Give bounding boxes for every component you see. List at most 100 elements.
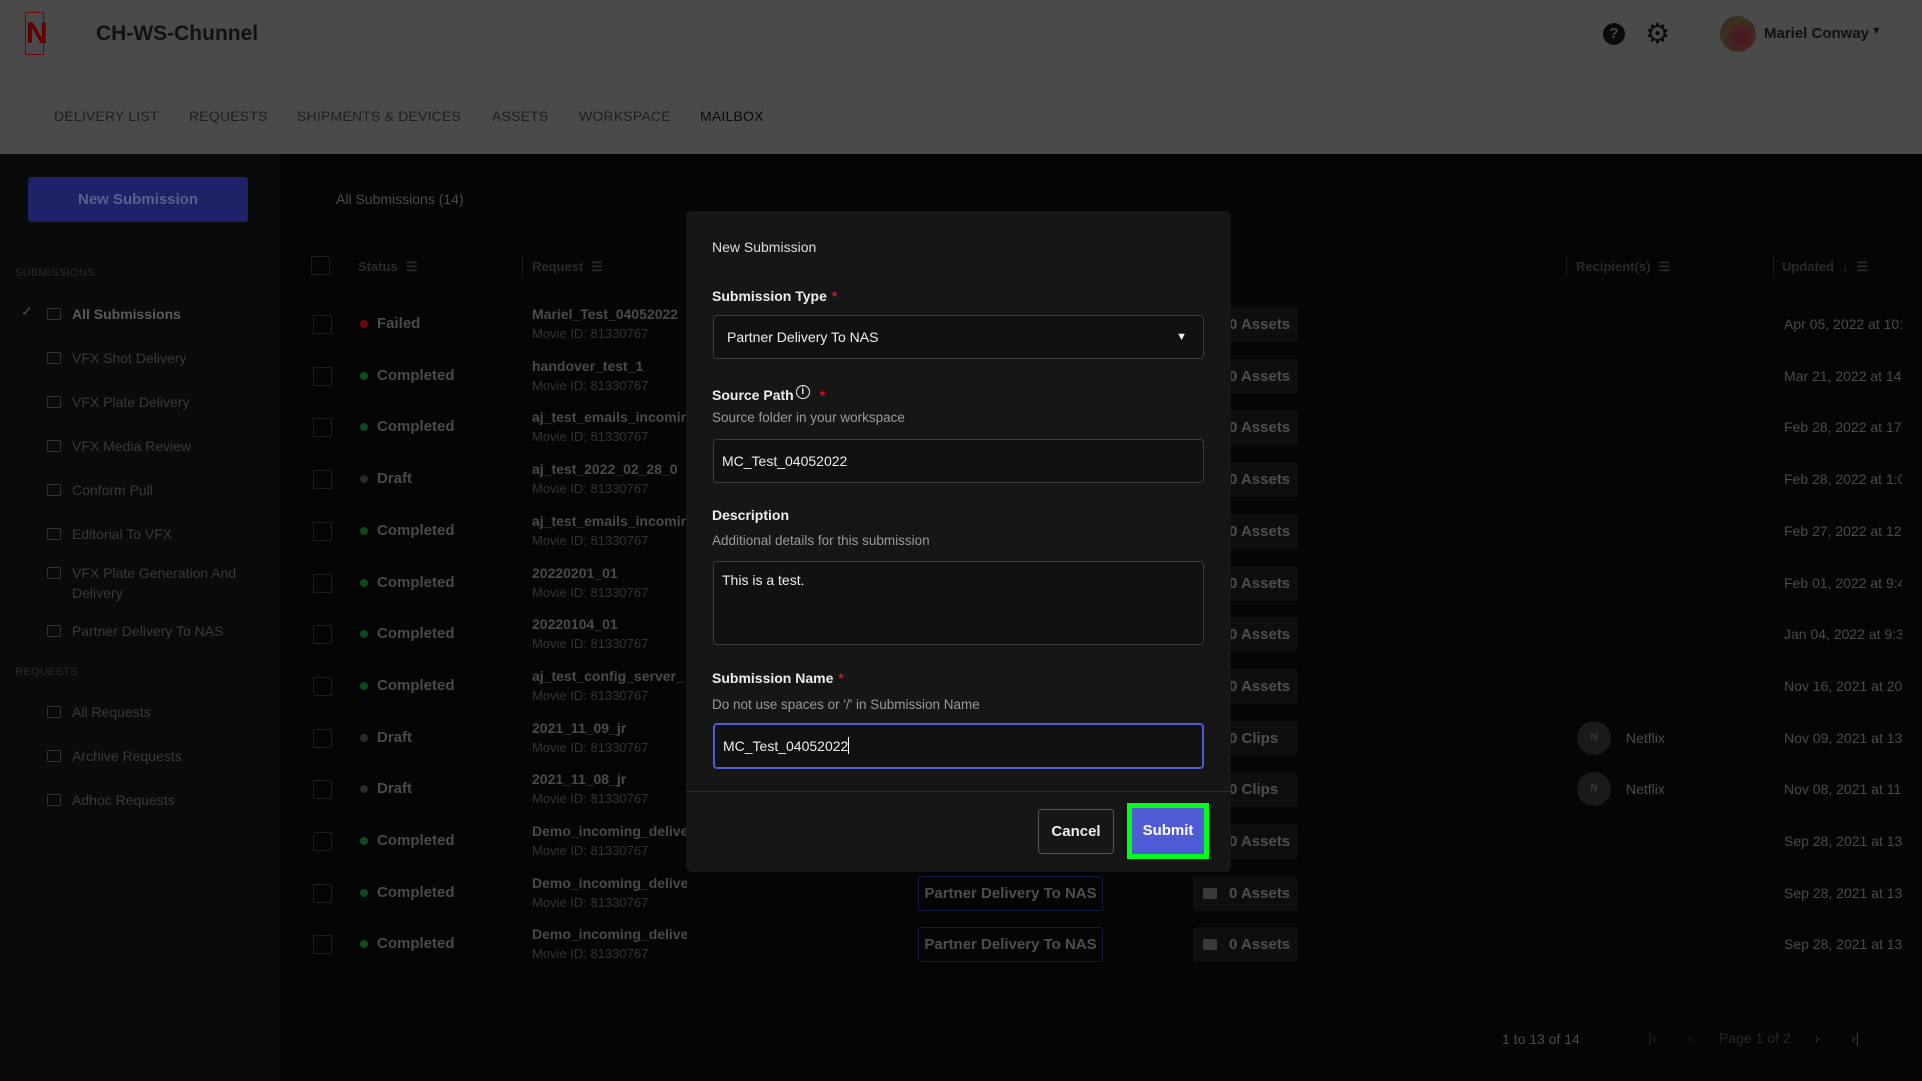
nav-requests[interactable]: REQUESTS [189,108,268,124]
recipient-name: Netflix [1626,729,1665,746]
movie-id: Movie ID: 81330767 [532,481,649,497]
column-menu-icon[interactable]: ☰ [1857,259,1869,274]
row-checkbox[interactable] [313,883,332,903]
sidebar-item-vfx-plate-delivery[interactable]: VFX Plate Delivery [72,392,189,412]
movie-id: Movie ID: 81330767 [532,946,649,962]
movie-id: Movie ID: 81330767 [532,636,649,652]
sidebar-item-partner-delivery-to-nas[interactable]: Partner Delivery To NAS [72,621,223,641]
row-checkbox[interactable] [313,935,332,955]
status-text: Draft [377,470,413,488]
status-dot-icon [360,681,368,690]
new-submission-button[interactable]: New Submission [28,177,248,222]
request-name[interactable]: Demo_incoming_delivery_nas1 [532,875,687,891]
movie-id: Movie ID: 81330767 [532,429,649,445]
submission-type-chip: Partner Delivery To NAS [918,875,1103,911]
updated-date: Mar 21, 2022 at 14 [1784,367,1902,384]
sidebar-item-vfx-plate-generation[interactable]: VFX Plate Generation And [72,563,236,583]
status-dot-icon [360,733,368,742]
row-checkbox[interactable] [313,418,332,438]
column-recipients[interactable]: Recipient(s) ☰ [1576,259,1670,275]
request-name[interactable]: Mariel_Test_04052022 [532,306,687,322]
request-name[interactable]: aj_test_emails_incomin [532,409,687,425]
nav-delivery-list[interactable]: DELIVERY LIST [54,108,159,124]
request-name[interactable]: Demo_incoming_delivery_nas [532,926,687,942]
submission-type-select[interactable]: Partner Delivery To NAS ▼ [713,315,1204,359]
label-text: Source Path [712,387,794,403]
column-divider[interactable] [1773,256,1774,276]
submission-name-input[interactable]: MC_Test_04052022 [713,723,1204,769]
sidebar-item-vfx-plate-generation-cont[interactable]: Delivery [72,583,123,603]
vfx-media-review-icon [47,440,61,452]
request-name[interactable]: 20220104_01 [532,616,687,632]
first-page-icon[interactable]: |‹ [1648,1030,1656,1046]
row-checkbox[interactable] [313,315,332,334]
netflix-logo[interactable]: N [25,12,48,55]
column-divider[interactable] [522,256,523,276]
recipient-avatar: N [1577,772,1611,807]
status-dot-icon [360,940,368,949]
user-avatar[interactable] [1720,16,1756,52]
row-checkbox[interactable] [313,728,332,748]
next-page-icon[interactable]: › [1815,1030,1820,1046]
row-checkbox[interactable] [313,521,332,541]
updated-date: Sep 28, 2021 at 13 [1784,884,1902,901]
updated-date: Feb 01, 2022 at 9:4 [1784,574,1902,591]
row-checkbox[interactable] [313,573,332,593]
select-all-checkbox[interactable] [311,256,330,275]
source-path-input[interactable]: MC_Test_04052022 [713,439,1204,483]
sort-down-icon[interactable]: ↓ [1842,259,1849,274]
status-text: Completed [377,418,455,436]
column-menu-icon[interactable]: ☰ [406,259,418,274]
request-name[interactable]: handover_test_1 [532,358,687,374]
column-menu-icon[interactable]: ☰ [1658,259,1670,274]
nav-shipments-devices[interactable]: SHIPMENTS & DEVICES [297,108,461,124]
sidebar-item-vfx-shot-delivery[interactable]: VFX Shot Delivery [72,348,186,368]
row-checkbox[interactable] [313,832,332,851]
description-textarea[interactable]: This is a test. [713,561,1204,645]
column-updated[interactable]: Updated ↓ ☰ [1782,259,1868,275]
user-name[interactable]: Mariel Conway [1764,25,1869,42]
nav-assets[interactable]: ASSETS [492,108,548,124]
sidebar-item-all-requests[interactable]: All Requests [72,702,151,722]
sidebar-item-editorial-to-vfx[interactable]: Editorial To VFX [72,524,172,544]
sidebar-item-archive-requests[interactable]: Archive Requests [72,746,182,766]
row-checkbox[interactable] [313,625,332,645]
gear-icon[interactable]: ⚙ [1645,20,1670,48]
sidebar-item-all-submissions[interactable]: All Submissions [72,304,181,324]
request-name[interactable]: 20220201_01 [532,565,687,581]
previous-page-icon[interactable]: ‹ [1688,1030,1693,1046]
nav-mailbox[interactable]: MAILBOX [700,108,764,124]
partner-delivery-to-nas-icon [47,625,61,637]
nav-workspace[interactable]: WORKSPACE [579,108,671,124]
row-checkbox[interactable] [313,780,332,800]
asset-count: 0 Clips [1229,781,1279,799]
request-name[interactable]: aj_test_emails_incomin [532,513,687,529]
row-checkbox[interactable] [313,470,332,490]
input-value: MC_Test_04052022 [723,738,849,754]
request-name[interactable]: Demo_incoming_deliver [532,823,687,839]
cancel-button[interactable]: Cancel [1038,809,1114,854]
check-icon: ✓ [21,303,33,319]
last-page-icon[interactable]: ›| [1851,1030,1859,1046]
submit-button[interactable]: Submit [1127,803,1209,859]
status-dot-icon [360,320,368,328]
column-status[interactable]: Status ☰ [358,259,417,275]
info-icon[interactable]: i [795,385,810,399]
column-divider[interactable] [1566,256,1567,276]
column-request[interactable]: Request ☰ [532,259,603,275]
chevron-down-icon[interactable]: ▼ [1871,25,1882,37]
request-name[interactable]: aj_test_config_server_ [532,668,687,684]
caret-down-icon: ▼ [1176,331,1187,343]
required-asterisk: * [838,670,844,686]
row-checkbox[interactable] [313,676,332,696]
sidebar-item-conform-pull[interactable]: Conform Pull [72,480,153,500]
column-menu-icon[interactable]: ☰ [591,259,603,274]
request-name[interactable]: 2021_11_08_jr [532,771,687,787]
sidebar-item-vfx-media-review[interactable]: VFX Media Review [72,436,191,456]
row-checkbox[interactable] [313,366,332,386]
movie-id: Movie ID: 81330767 [532,791,649,807]
request-name[interactable]: aj_test_2022_02_28_0 [532,461,687,477]
request-name[interactable]: 2021_11_09_jr [532,720,687,736]
help-icon[interactable]: ? [1603,23,1625,45]
sidebar-item-adhoc-requests[interactable]: Adhoc Requests [72,790,175,810]
